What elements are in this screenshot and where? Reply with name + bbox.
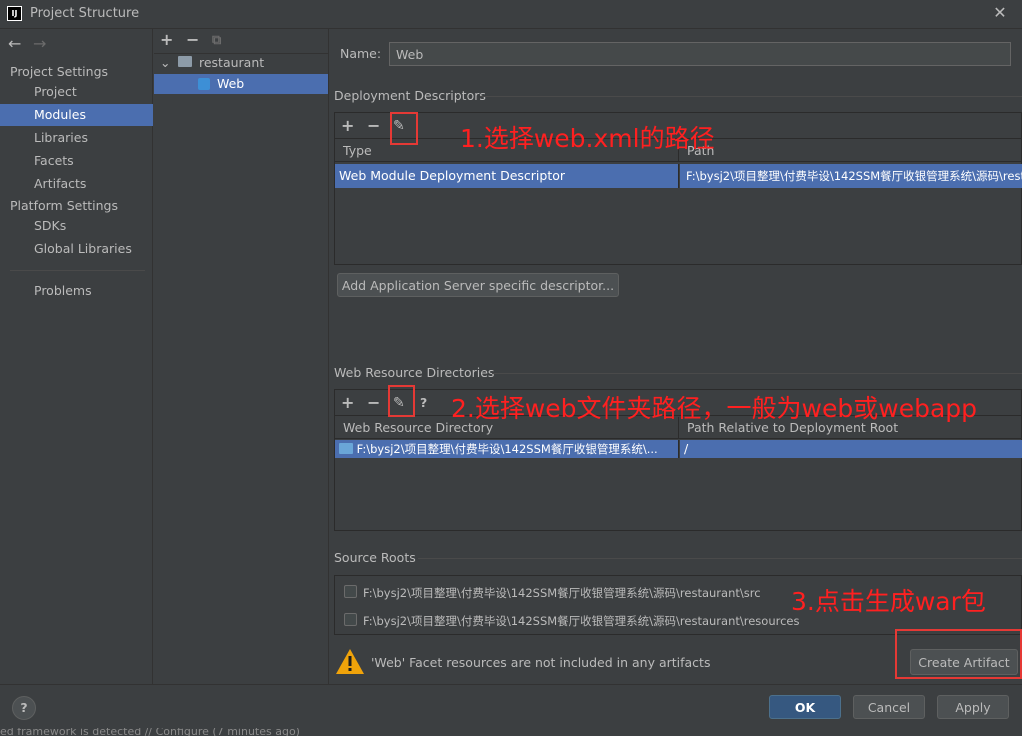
warning-text: 'Web' Facet resources are not included i… [371,655,711,670]
add-descriptor-icon[interactable]: + [341,116,354,135]
intellij-logo-icon: IJ [7,6,22,21]
source-roots-label: Source Roots [334,550,416,565]
annotation-step-2: 2.选择web文件夹路径，一般为web或webapp [451,394,978,423]
sidebar-item-problems[interactable]: Problems [0,280,153,302]
ide-status-bar: ed framework is detected // Configure (7… [0,728,1022,736]
help-circle-icon[interactable]: ? [12,696,36,720]
tree-item-restaurant[interactable]: restaurant [178,53,328,73]
web-resource-dirs-label: Web Resource Directories [334,365,495,380]
tree-chevron-down-icon[interactable]: ⌄ [160,53,170,73]
web-resource-dir-path: F:\bysj2\项目整理\付费毕设\142SSM餐厅收银管理系统\... [356,442,658,456]
descriptor-type-cell[interactable]: Web Module Deployment Descriptor [335,164,679,188]
annotation-box-create-artifact [895,629,1022,679]
descriptor-path-cell[interactable]: F:\bysj2\项目整理\付费毕设\142SSM餐厅收银管理系统\源码\res… [680,164,1022,188]
module-tree-panel [154,29,329,684]
remove-descriptor-icon[interactable]: − [367,116,380,135]
add-web-resource-icon[interactable]: + [341,393,354,412]
project-settings-header: Project Settings [10,64,109,79]
platform-settings-header: Platform Settings [10,198,118,213]
folder-icon [339,443,353,454]
sidebar-item-modules[interactable]: Modules [0,104,153,126]
close-icon[interactable]: ✕ [991,4,1009,22]
section-divider [480,96,1022,97]
ok-button[interactable]: OK [769,695,841,719]
copy-module-icon[interactable]: ⧉ [212,33,221,48]
sidebar-item-artifacts[interactable]: Artifacts [0,173,153,195]
web-facet-icon [198,78,210,90]
help-question-icon[interactable]: ? [420,395,427,410]
forward-arrow-icon[interactable]: → [33,34,46,53]
remove-module-icon[interactable]: − [186,30,199,49]
title-bar [0,0,1022,29]
web-resource-relative-cell[interactable]: / [680,440,1022,458]
sidebar-item-facets[interactable]: Facets [0,150,153,172]
source-root-path: F:\bysj2\项目整理\付费毕设\142SSM餐厅收银管理系统\源码\res… [363,586,761,600]
tree-item-web[interactable]: Web [154,74,328,94]
annotation-box-edit-web-resource [388,385,415,417]
sidebar-divider [10,270,145,271]
warning-icon [336,649,364,674]
section-divider [418,558,1022,559]
sidebar-item-global-libraries[interactable]: Global Libraries [0,238,153,260]
tree-item-label: Web [216,76,245,91]
source-root-path: F:\bysj2\项目整理\付费毕设\142SSM餐厅收银管理系统\源码\res… [363,614,800,628]
source-root-checkbox[interactable] [344,613,357,626]
web-resource-dir-cell[interactable]: F:\bysj2\项目整理\付费毕设\142SSM餐厅收银管理系统\... [335,440,679,458]
module-tree-toolbar [154,29,329,54]
deployment-descriptors-label: Deployment Descriptors [334,88,486,103]
source-root-checkbox[interactable] [344,585,357,598]
folder-icon [178,56,192,67]
add-server-descriptor-button[interactable]: Add Application Server specific descript… [337,273,619,297]
add-module-icon[interactable]: + [160,30,173,49]
window-title: Project Structure [30,6,140,21]
column-header-path[interactable]: Path [679,140,1022,162]
remove-web-resource-icon[interactable]: − [367,393,380,412]
name-input[interactable] [389,42,1011,66]
annotation-step-1: 1.选择web.xml的路径 [460,124,715,153]
name-label: Name: [340,46,382,61]
annotation-step-3: 3.点击生成war包 [791,587,986,616]
sidebar-item-project[interactable]: Project [0,81,153,103]
sidebar-item-libraries[interactable]: Libraries [0,127,153,149]
cancel-button[interactable]: Cancel [853,695,925,719]
tree-item-label: restaurant [198,55,265,70]
apply-button[interactable]: Apply [937,695,1009,719]
back-arrow-icon[interactable]: ← [8,34,21,53]
section-divider [492,373,1022,374]
sidebar-item-sdks[interactable]: SDKs [0,215,153,237]
